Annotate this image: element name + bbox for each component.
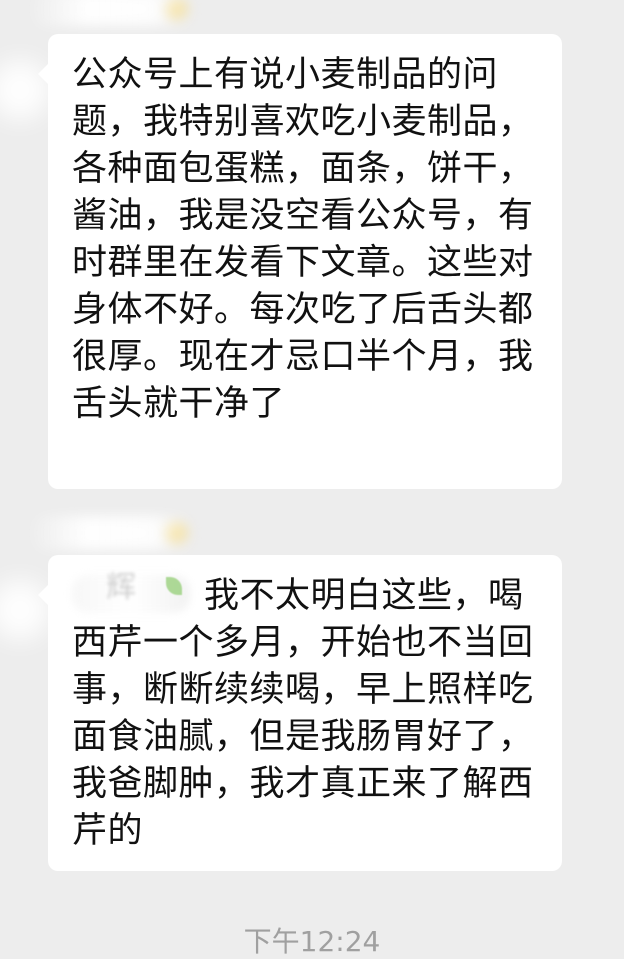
sender-name-blurred [28, 0, 194, 26]
message-bubble-1[interactable]: 公众号上有说小麦制品的问题，我特别喜欢吃小麦制品，各种面包蛋糕，面条，饼干，酱油… [38, 34, 562, 489]
message-text: 公众号上有说小麦制品的问题，我特别喜欢吃小麦制品，各种面包蛋糕，面条，饼干，酱油… [72, 55, 534, 424]
timestamp: 下午12:24 [243, 925, 381, 958]
sender-name-blurred [28, 516, 194, 550]
mention-blurred[interactable]: 辉 [72, 570, 190, 613]
message-text: 我不太明白这些，喝西芹一个多月，开始也不当回事，断断续续喝，早上照样吃面食油腻，… [72, 576, 534, 851]
mention-text: 辉 [106, 570, 137, 605]
message-bubble-2[interactable]: 辉 我不太明白这些，喝西芹一个多月，开始也不当回事，断断续续喝，早上照样吃面食油… [38, 555, 562, 871]
